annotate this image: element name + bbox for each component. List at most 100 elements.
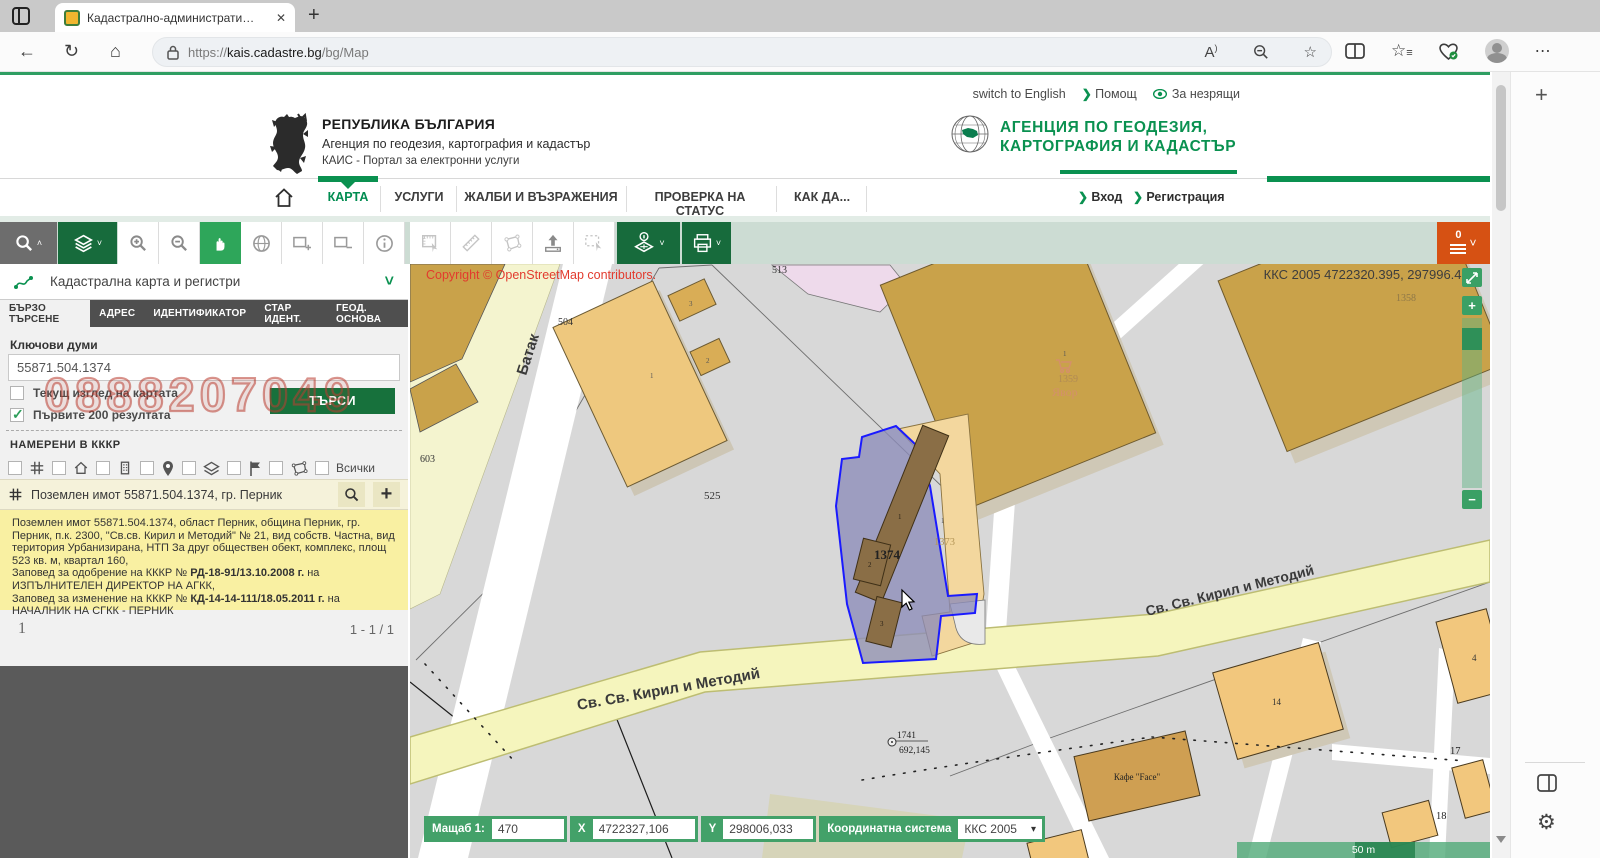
layers-button[interactable]: ˅ xyxy=(58,222,117,264)
active-tab-pointer xyxy=(341,182,355,189)
back-icon[interactable]: ← xyxy=(18,41,36,62)
parcel-label-17: 17 xyxy=(1450,746,1461,757)
map-copyright: Copyright © OpenStreetMap contributors. xyxy=(426,268,656,282)
layer-info-button[interactable]: ˅ xyxy=(617,222,680,264)
zoom-out-button[interactable] xyxy=(159,222,200,264)
new-tab-button[interactable]: + xyxy=(308,4,320,27)
first-200-checkbox[interactable] xyxy=(10,408,24,422)
crs-select[interactable]: ККС 2005 ▾ xyxy=(958,819,1042,839)
collections-icon[interactable]: ☆≡ xyxy=(1391,41,1412,61)
map-layer-selector[interactable]: Кадастрална карта и регистри ˅ xyxy=(0,264,408,300)
keywords-input[interactable] xyxy=(8,354,400,381)
nav-item-proverka[interactable]: ПРОВЕРКА НА СТАТУС xyxy=(630,190,770,218)
keywords-label: Ключови думи xyxy=(10,338,98,352)
zoom-box-in-button[interactable] xyxy=(282,222,323,264)
search-button[interactable]: ТЪРСИ xyxy=(270,388,395,414)
scale-input[interactable] xyxy=(492,819,564,839)
switch-to-english-link[interactable]: switch to English xyxy=(973,87,1066,101)
current-view-checkbox-row[interactable]: Текущ изглед на картата xyxy=(10,386,178,400)
result-title: Поземлен имот 55871.504.1374, гр. Перник xyxy=(31,488,330,502)
address-bar[interactable]: https://kais.cadastre.bg/bg/Map A) ☆ xyxy=(152,37,1332,67)
cart-button[interactable]: 0 ˅ xyxy=(1437,222,1490,264)
upload-button[interactable] xyxy=(533,222,574,264)
filter-all-checkbox[interactable] xyxy=(315,461,329,475)
tab-identifier[interactable]: ИДЕНТИФИКАТОР xyxy=(144,300,255,327)
sidebar-add-icon[interactable]: + xyxy=(1535,82,1548,108)
pan-button[interactable] xyxy=(200,222,241,264)
register-link[interactable]: ❯ Регистрация xyxy=(1133,190,1225,204)
search-panel-button[interactable]: ˄ xyxy=(0,222,57,264)
coords-readout: ККС 2005 4722320.395, 297996.415 xyxy=(1264,267,1476,282)
zoom-box-out-button[interactable] xyxy=(323,222,364,264)
scrollbar-down-arrow[interactable] xyxy=(1496,836,1506,843)
zoom-slider-handle[interactable] xyxy=(1462,328,1482,350)
site-favicon-icon xyxy=(64,10,80,26)
page-number[interactable]: 1 xyxy=(18,620,26,638)
browser-tab[interactable]: Кадастрално-административна ✕ xyxy=(55,3,295,32)
scale-label: Мащаб 1: xyxy=(432,823,485,835)
nav-item-zhalbi[interactable]: ЖАЛБИ И ВЪЗРАЖЕНИЯ xyxy=(462,190,620,204)
measure-distance-button[interactable] xyxy=(451,222,492,264)
rect-minus-icon xyxy=(333,234,353,252)
sidebar-panel-icon[interactable] xyxy=(1537,774,1557,792)
nav-home-icon[interactable] xyxy=(272,186,296,210)
building-label-1: 1 xyxy=(1063,350,1067,358)
split-screen-icon[interactable] xyxy=(1345,42,1365,60)
republic-logo-text: РЕПУБЛИКА БЪЛГАРИЯ Агенция по геодезия, … xyxy=(322,116,590,167)
read-aloud-icon[interactable]: A) xyxy=(1205,43,1218,61)
layer-selector-label: Кадастрална карта и регистри xyxy=(50,274,371,289)
fullscreen-button[interactable] xyxy=(1462,268,1482,287)
globe-extent-button[interactable] xyxy=(241,222,282,264)
browser-essentials-icon[interactable] xyxy=(1438,42,1459,61)
result-zoom-button[interactable] xyxy=(338,482,365,507)
select-region-button[interactable] xyxy=(574,222,615,264)
first-200-checkbox-row[interactable]: Първите 200 резултата xyxy=(10,408,171,422)
filter-zone-checkbox[interactable] xyxy=(269,461,283,475)
result-row[interactable]: Поземлен имот 55871.504.1374, гр. Перник… xyxy=(0,479,408,510)
sidebar-settings-icon[interactable]: ⚙ xyxy=(1537,810,1556,835)
print-button[interactable]: ˅ xyxy=(682,222,731,264)
nav-item-uslugi[interactable]: УСЛУГИ xyxy=(386,190,452,204)
map-viewport[interactable]: Copyright © OpenStreetMap contributors. … xyxy=(410,264,1490,858)
nav-item-kak-da[interactable]: КАК ДА... xyxy=(784,190,860,204)
map-zoom-out-button[interactable]: − xyxy=(1462,490,1482,509)
tab-geod-osnova[interactable]: ГЕОД. ОСНОВА xyxy=(327,300,408,327)
cart-icon: 0 xyxy=(1450,230,1466,256)
scrollbar-thumb[interactable] xyxy=(1496,85,1506,211)
page-top-accent xyxy=(0,72,1490,75)
zoom-in-button[interactable] xyxy=(118,222,159,264)
current-view-checkbox[interactable] xyxy=(10,386,24,400)
login-link[interactable]: ❯ Вход xyxy=(1078,190,1122,204)
filter-address-checkbox[interactable] xyxy=(140,461,154,475)
filter-structure-checkbox[interactable] xyxy=(96,461,110,475)
map-canvas[interactable]: Copyright © OpenStreetMap contributors. … xyxy=(410,264,1490,858)
filter-layers-checkbox[interactable] xyxy=(182,461,196,475)
filter-parcel-checkbox[interactable] xyxy=(8,461,22,475)
result-add-button[interactable]: + xyxy=(373,482,400,507)
filter-geopoint-checkbox[interactable] xyxy=(227,461,241,475)
tab-close-icon[interactable]: ✕ xyxy=(276,11,286,25)
tab-old-ident[interactable]: СТАР ИДЕНТ. xyxy=(255,300,327,327)
filter-building-checkbox[interactable] xyxy=(52,461,66,475)
y-input[interactable] xyxy=(723,819,813,839)
chevron-down-icon: ˅ xyxy=(716,239,721,248)
tab-address[interactable]: АДРЕС xyxy=(90,300,144,327)
tab-quick-search[interactable]: БЪРЗО ТЪРСЕНЕ xyxy=(0,300,90,327)
zoom-out-page-icon[interactable] xyxy=(1253,44,1269,61)
map-zoom-in-button[interactable]: + xyxy=(1462,296,1482,315)
home-icon[interactable]: ⌂ xyxy=(110,41,121,62)
measure-area-button[interactable] xyxy=(410,222,451,264)
nav-item-karta[interactable]: КАРТА xyxy=(318,190,378,204)
x-input[interactable] xyxy=(593,819,695,839)
info-button[interactable] xyxy=(364,222,405,264)
browser-menu-icon[interactable]: ⋯ xyxy=(1535,41,1551,61)
draw-polygon-button[interactable] xyxy=(492,222,533,264)
profile-avatar[interactable] xyxy=(1485,39,1509,63)
print-icon xyxy=(692,233,713,254)
help-link[interactable]: ❯ Помощ xyxy=(1082,87,1137,101)
favorites-star-icon[interactable]: ☆ xyxy=(1304,43,1317,61)
accessibility-link[interactable]: За незрящи xyxy=(1153,87,1240,101)
page-scrollbar[interactable] xyxy=(1492,72,1510,858)
refresh-icon[interactable]: ↻ xyxy=(64,41,79,62)
workspaces-icon[interactable] xyxy=(10,5,34,27)
